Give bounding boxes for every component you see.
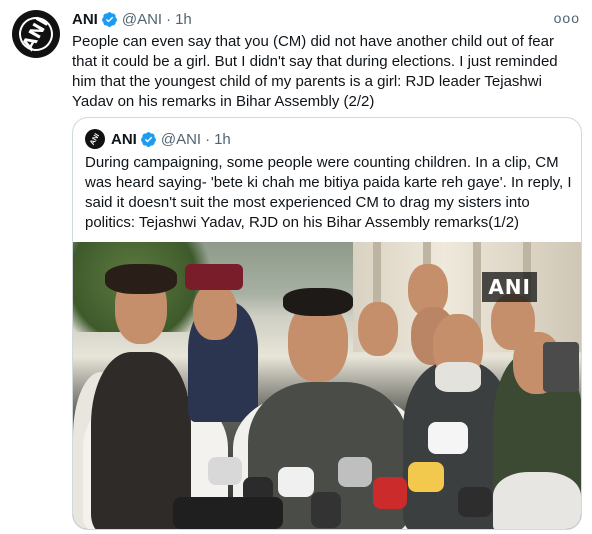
- microphone-cluster: [173, 497, 283, 529]
- person-face: [358, 302, 398, 356]
- quoted-media-photo[interactable]: ANI: [73, 242, 581, 529]
- microphone: [373, 477, 407, 509]
- quoted-header: ANI ANI @ANI · 1h: [85, 129, 231, 149]
- microphone: [338, 457, 372, 487]
- quoted-author-name: ANI: [111, 130, 137, 148]
- microphone: [408, 462, 444, 492]
- more-options-icon[interactable]: ooo: [554, 10, 580, 26]
- verified-badge-icon: [101, 11, 117, 27]
- microphone: [208, 457, 242, 485]
- person-beard: [435, 362, 481, 392]
- microphone: [278, 467, 314, 497]
- person-hair: [105, 264, 177, 294]
- quoted-time: 1h: [214, 130, 231, 148]
- person-face: [193, 284, 237, 340]
- author-handle[interactable]: @ANI: [122, 11, 162, 28]
- quoted-author-handle: @ANI: [160, 130, 202, 148]
- separator-dot: ·: [166, 10, 172, 28]
- person-arm: [493, 472, 581, 529]
- tweet-text: People can even say that you (CM) did no…: [72, 33, 558, 110]
- tweet-time[interactable]: 1h: [175, 11, 192, 28]
- quoted-ani-logo: ANI: [88, 132, 102, 146]
- quoted-tweet[interactable]: ANI ANI @ANI · 1h During campaigning, so…: [72, 117, 582, 530]
- person-cap: [185, 264, 243, 290]
- ani-watermark: ANI: [482, 272, 537, 302]
- phone-camera: [543, 342, 579, 392]
- microphone: [428, 422, 468, 454]
- quoted-text: During campaigning, some people were cou…: [85, 154, 572, 231]
- quoted-avatar: ANI: [85, 129, 105, 149]
- microphone: [311, 492, 341, 528]
- author-name[interactable]: ANI: [72, 11, 98, 28]
- quoted-separator-dot: ·: [205, 130, 211, 148]
- quoted-verified-badge-icon: [140, 131, 156, 147]
- person-hair: [283, 288, 353, 316]
- tweet-header: ANI @ANI · 1h: [72, 9, 192, 29]
- microphone: [458, 487, 492, 517]
- ani-logo: ANI: [12, 10, 60, 58]
- avatar[interactable]: ANI: [12, 10, 60, 58]
- tweet[interactable]: ANI ANI @ANI · 1h ooo People can even sa…: [0, 0, 592, 534]
